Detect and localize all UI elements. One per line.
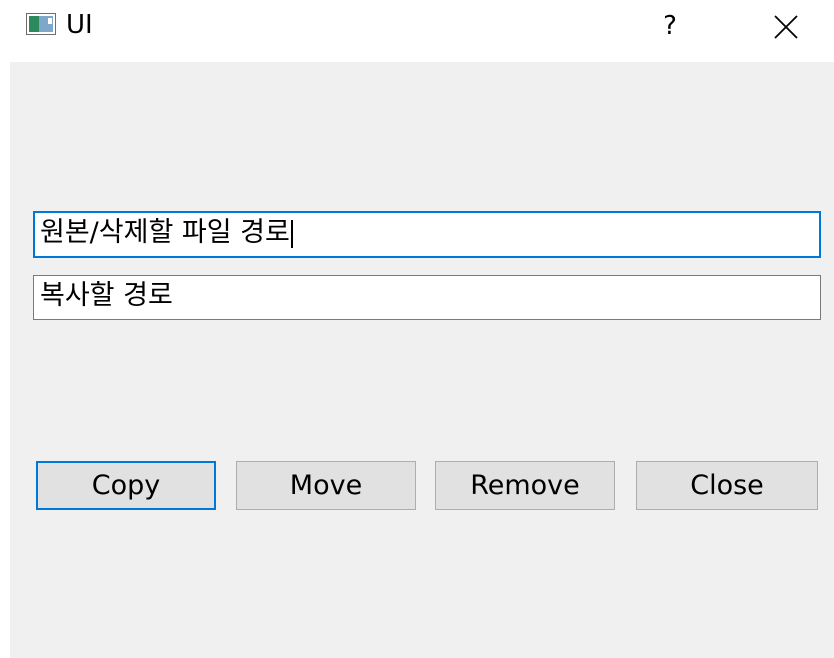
move-button[interactable]: Move [236, 461, 416, 510]
client-area [10, 62, 834, 658]
close-icon[interactable] [766, 10, 806, 44]
help-button[interactable]: ? [650, 8, 690, 44]
destination-path-text: 복사할 경로 [40, 280, 173, 311]
window-title: UI [66, 10, 93, 40]
destination-path-input[interactable]: 복사할 경로 [33, 275, 821, 320]
text-caret [290, 219, 293, 248]
app-window-icon [26, 13, 56, 35]
source-path-text: 원본/삭제할 파일 경로 [40, 217, 290, 248]
source-path-input[interactable]: 원본/삭제할 파일 경로 [33, 211, 821, 258]
title-bar[interactable]: UI ? [0, 0, 834, 58]
remove-button[interactable]: Remove [435, 461, 615, 510]
dialog-window: UI ? 원본/삭제할 파일 경로 복사할 경로 Copy Move Remov… [0, 0, 834, 658]
close-button[interactable]: Close [636, 461, 818, 510]
copy-button[interactable]: Copy [36, 461, 216, 510]
